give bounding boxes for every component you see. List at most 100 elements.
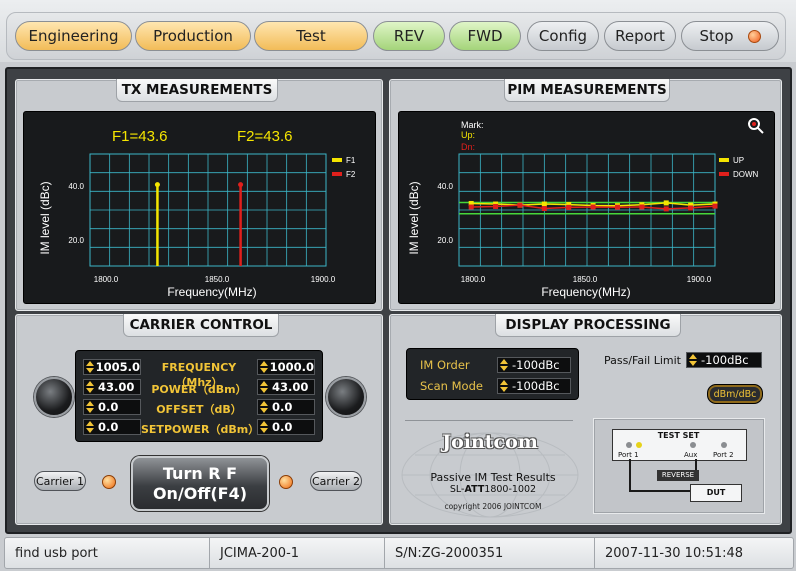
pim-point-down (712, 203, 718, 209)
status-bar: find usb port JCIMA-200-1 S/N:ZG-2000351… (4, 537, 794, 569)
frequency-left-value: 1005.0 (95, 360, 140, 374)
status-serial: S/N:ZG-2000351 (385, 538, 595, 568)
production-button[interactable]: Production (135, 21, 251, 51)
offset-left-value: 0.0 (98, 400, 119, 414)
pim-x-tick: 1850.0 (573, 275, 598, 284)
pim-measurements-panel: PIM MEASUREMENTS Mark: Up: Dn: IM level … (389, 79, 782, 311)
offset-left-field[interactable]: 0.0 (83, 399, 141, 415)
pim-point-down (590, 204, 596, 210)
setpower-left-field[interactable]: 0.0 (83, 419, 141, 435)
tx-x-tick: 1800.0 (94, 275, 119, 284)
im-order-field[interactable]: -100dBc (497, 357, 571, 373)
power-label: POWER（dBm） (151, 383, 247, 396)
fwd-button[interactable]: FWD (449, 21, 521, 51)
spin-arrows-icon[interactable] (86, 401, 94, 413)
status-message: find usb port (5, 538, 210, 568)
spin-arrows-icon[interactable] (500, 380, 508, 392)
frequency-right-field[interactable]: 1000.0 (257, 359, 315, 375)
tx-legend-f2-swatch (332, 172, 342, 176)
tx-panel-title: TX MEASUREMENTS (116, 79, 278, 102)
engineering-button[interactable]: Engineering (15, 21, 132, 51)
carrier1-knob[interactable] (34, 377, 74, 417)
frequency-right-value: 1000.0 (269, 360, 314, 374)
carrier2-led-icon (279, 475, 293, 489)
reverse-label: REVERSE (657, 470, 699, 481)
pim-point-down (639, 204, 645, 210)
tx-x-tick: 1850.0 (205, 275, 230, 284)
spin-arrows-icon[interactable] (260, 421, 268, 433)
power-left-field[interactable]: 43.00 (83, 379, 141, 395)
offset-label: OFFSET（dB） (156, 403, 242, 416)
results-subcaption: SL-ATT1800-1002 (418, 484, 568, 495)
rev-button[interactable]: REV (373, 21, 445, 51)
carrier1-button[interactable]: Carrier 1 (34, 471, 86, 491)
pim-point-up (663, 200, 669, 206)
scan-mode-field[interactable]: -100dBc (497, 378, 571, 394)
pim-x-tick: 1900.0 (687, 275, 712, 284)
pim-x-axis-label: Frequency(MHz) (541, 285, 630, 299)
test-button[interactable]: Test (254, 21, 368, 51)
tx-grid (89, 153, 327, 267)
tx-x-tick: 1900.0 (311, 275, 336, 284)
dbm-dbc-toggle-button[interactable]: dBm/dBc (707, 384, 763, 404)
scan-mode-label: Scan Mode (420, 379, 483, 393)
carrier1-led-icon (102, 475, 116, 489)
subcaption-suffix: 1800-1002 (484, 484, 537, 495)
zoom-icon[interactable] (748, 118, 764, 134)
rf-on-off-button[interactable]: Turn R F On/Off(F4) (131, 456, 269, 511)
frequency-left-field[interactable]: 1005.0 (83, 359, 141, 375)
pass-fail-label: Pass/Fail Limit (604, 354, 681, 367)
f1-readout: F1=43.6 (112, 128, 167, 145)
pim-y-tick: 20.0 (437, 236, 453, 245)
stop-label: Stop (699, 27, 734, 45)
spin-arrows-icon[interactable] (260, 361, 268, 373)
pim-point-down (614, 204, 620, 210)
pim-point-down (493, 203, 499, 209)
carrier2-knob[interactable] (326, 377, 366, 417)
stop-button[interactable]: Stop (681, 21, 779, 51)
pim-legend-down-label: DOWN (733, 170, 759, 179)
tx-x-axis-label: Frequency(MHz) (167, 285, 256, 299)
offset-right-field[interactable]: 0.0 (257, 399, 315, 415)
pim-panel-title: PIM MEASUREMENTS (504, 79, 670, 102)
carrier-panel-title: CARRIER CONTROL (123, 314, 279, 337)
spin-arrows-icon[interactable] (86, 421, 94, 433)
pim-grid (458, 153, 716, 267)
pim-marks (459, 200, 718, 215)
tx-y-axis-label: IM level (dBc) (38, 181, 52, 254)
f2-readout: F2=43.6 (237, 128, 292, 145)
spin-arrows-icon[interactable] (260, 381, 268, 393)
offset-right-value: 0.0 (272, 400, 293, 414)
pass-fail-field[interactable]: -100dBc (686, 352, 762, 368)
pim-point-down (688, 205, 694, 211)
stop-indicator-icon (747, 29, 761, 43)
pim-point-down (468, 204, 474, 210)
tx-legend-f1-swatch (332, 158, 342, 162)
pim-up-label: Up: (461, 130, 475, 140)
setpower-left-value: 0.0 (98, 420, 119, 434)
spin-arrows-icon[interactable] (689, 354, 697, 366)
spin-arrows-icon[interactable] (86, 361, 94, 373)
carrier2-button[interactable]: Carrier 2 (310, 471, 362, 491)
subcaption-prefix: SL- (449, 484, 465, 495)
pim-legend-down-swatch (719, 172, 729, 176)
pim-point-down (517, 202, 523, 208)
copyright-text: copyright 2006 JOINTCOM (444, 502, 542, 511)
pim-point-up (541, 201, 547, 207)
tx-y-tick: 20.0 (68, 236, 84, 245)
status-model: JCIMA-200-1 (210, 538, 385, 568)
spin-arrows-icon[interactable] (86, 381, 94, 393)
pim-legend-up-swatch (719, 158, 729, 162)
report-button[interactable]: Report (604, 21, 676, 51)
rf-button-line1: Turn R F (162, 463, 238, 483)
power-right-field[interactable]: 43.00 (257, 379, 315, 395)
pass-fail-value: -100dBc (701, 353, 749, 367)
spin-arrows-icon[interactable] (500, 359, 508, 371)
results-caption: Passive IM Test Results (430, 471, 556, 484)
pim-mark-label: Mark: (461, 120, 484, 130)
tx-measurements-panel: TX MEASUREMENTS F1=43.6 F2=43.6 IM level… (15, 79, 383, 311)
setpower-right-field[interactable]: 0.0 (257, 419, 315, 435)
pim-y-tick: 40.0 (437, 182, 453, 191)
config-button[interactable]: Config (527, 21, 599, 51)
spin-arrows-icon[interactable] (260, 401, 268, 413)
